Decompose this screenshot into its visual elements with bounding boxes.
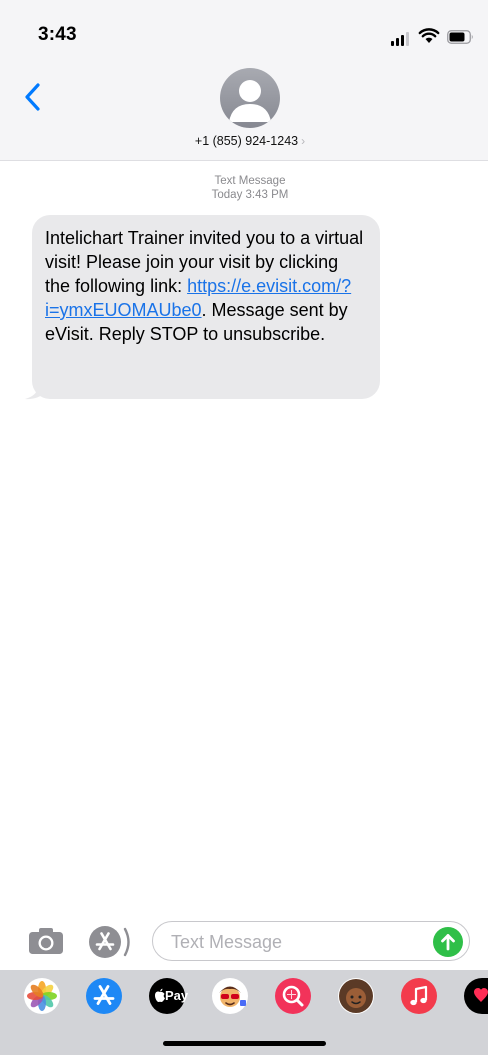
message-service-label: Text Message — [214, 175, 286, 187]
cellular-signal-icon — [391, 32, 413, 46]
message-timestamp: Text Message Today 3:43 PM — [140, 174, 360, 202]
contact-name-button[interactable]: +1 (855) 924-1243 › — [150, 134, 350, 148]
app-store-icon — [95, 932, 115, 951]
status-time: 3:43 — [38, 24, 77, 45]
apple-pay-label: Pay — [165, 988, 189, 1003]
memoji-stickers-app-button[interactable] — [212, 978, 248, 1014]
apple-pay-app-button[interactable]: Pay — [149, 978, 189, 1014]
home-indicator[interactable] — [163, 1041, 326, 1046]
arrow-up-icon — [441, 934, 455, 951]
photos-app-button[interactable] — [24, 978, 60, 1014]
camera-button[interactable] — [28, 927, 64, 955]
app-store-app-button[interactable] — [86, 978, 122, 1014]
photos-icon — [27, 981, 57, 1011]
message-compose-field[interactable] — [152, 921, 470, 961]
memoji-app-button[interactable] — [338, 978, 374, 1014]
back-button[interactable] — [22, 82, 44, 112]
wifi-icon — [418, 28, 440, 43]
send-button[interactable] — [433, 927, 463, 957]
contact-name: +1 (855) 924-1243 — [194, 134, 299, 148]
images-search-app-button[interactable] — [275, 978, 311, 1014]
battery-icon — [447, 30, 473, 44]
incoming-message-bubble[interactable]: Intelichart Trainer invited you to a vir… — [32, 215, 380, 399]
chevron-right-icon: › — [301, 134, 306, 148]
music-app-button[interactable] — [401, 978, 437, 1014]
app-store-icon — [93, 985, 115, 1005]
contact-avatar[interactable] — [220, 68, 280, 128]
memoji-icon — [339, 979, 373, 1013]
music-icon — [410, 985, 428, 1006]
message-input[interactable] — [169, 930, 433, 954]
app-store-button[interactable] — [89, 926, 121, 958]
person-silhouette-icon — [229, 80, 271, 122]
apps-button-bracket — [123, 927, 130, 957]
memoji-stickers-icon — [219, 986, 246, 1007]
images-search-icon — [282, 985, 304, 1007]
message-time: Today 3:43 PM — [211, 189, 289, 201]
